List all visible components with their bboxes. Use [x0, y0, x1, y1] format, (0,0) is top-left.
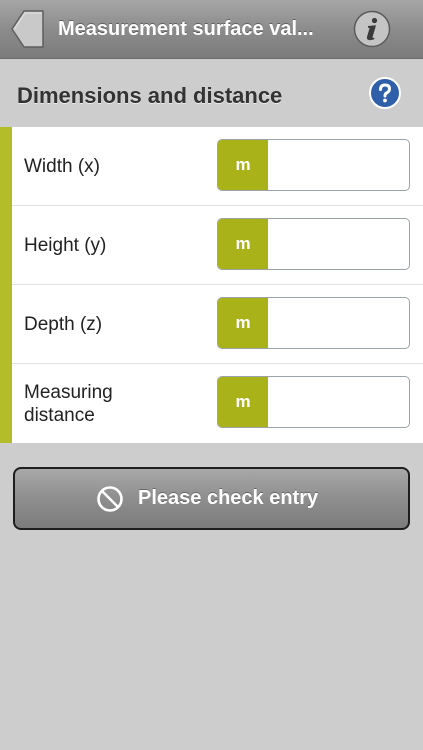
accent-bar [0, 127, 12, 443]
depth-input[interactable] [270, 298, 406, 348]
dimension-form: Width (x) m Height (y) m Depth (z) m Mea… [0, 127, 423, 443]
measuring-distance-field[interactable]: m [217, 376, 410, 428]
row-width: Width (x) m [12, 127, 423, 206]
unit-badge: m [218, 219, 268, 269]
measuring-distance-label: Measuring distance [24, 381, 113, 426]
row-depth: Depth (z) m [12, 285, 423, 364]
info-button[interactable] [353, 10, 391, 48]
unit-badge: m [218, 377, 268, 427]
no-entry-icon [97, 486, 123, 512]
width-field[interactable]: m [217, 139, 410, 191]
check-entry-button[interactable]: Please check entry [13, 467, 410, 530]
info-icon [353, 10, 391, 48]
check-entry-label: Please check entry [138, 487, 319, 509]
help-button[interactable] [369, 77, 401, 109]
depth-field[interactable]: m [217, 297, 410, 349]
back-arrow-icon [11, 10, 44, 48]
unit-badge: m [218, 298, 268, 348]
question-mark-icon [369, 77, 401, 109]
row-measuring-distance: Measuring distance m [12, 364, 423, 443]
measuring-distance-input[interactable] [270, 377, 406, 427]
back-button[interactable] [10, 9, 44, 49]
width-input[interactable] [270, 140, 406, 190]
nav-title: Measurement surface val... [58, 18, 314, 40]
height-field[interactable]: m [217, 218, 410, 270]
section-header: Dimensions and distance [0, 59, 423, 127]
navigation-bar: Measurement surface val... [0, 0, 423, 59]
width-label: Width (x) [24, 156, 100, 177]
depth-label: Depth (z) [24, 314, 103, 335]
height-label: Height (y) [24, 235, 107, 256]
section-title: Dimensions and distance [17, 83, 283, 108]
row-height: Height (y) m [12, 206, 423, 285]
unit-badge: m [218, 140, 268, 190]
height-input[interactable] [270, 219, 406, 269]
